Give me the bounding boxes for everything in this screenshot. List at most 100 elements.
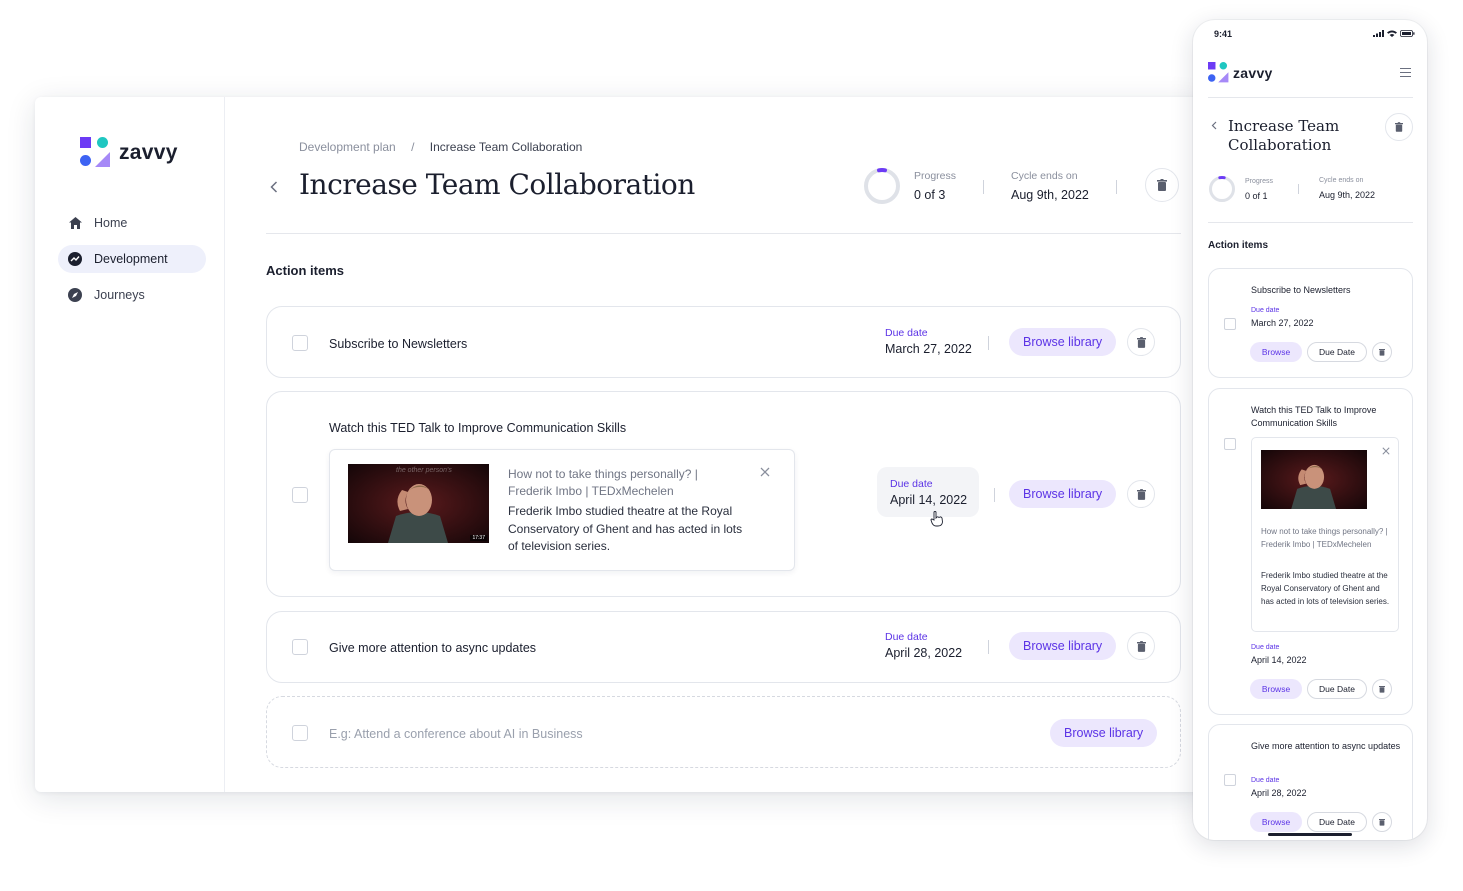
action-item-checkbox[interactable] xyxy=(292,725,308,741)
due-date-button[interactable]: Due Date xyxy=(1307,679,1367,699)
action-item-card: Watch this TED Talk to Improve Communica… xyxy=(1208,388,1413,715)
card-divider xyxy=(988,640,989,654)
breadcrumb-current: Increase Team Collaboration xyxy=(429,140,583,154)
status-bar xyxy=(1373,30,1415,37)
delete-action-item-button[interactable] xyxy=(1127,480,1155,508)
close-icon[interactable] xyxy=(1382,446,1390,458)
action-item-card: Subscribe to Newsletters Due date March … xyxy=(1208,268,1413,378)
video-duration: 17:37 xyxy=(470,535,487,541)
browse-library-button[interactable]: Browse library xyxy=(1009,632,1117,660)
trash-icon xyxy=(1136,488,1146,500)
sidebar-item-journeys[interactable]: Journeys xyxy=(58,281,206,309)
cycle-label: Cycle ends on xyxy=(1319,177,1364,184)
brand-name: zavvy xyxy=(1233,64,1273,81)
status-time: 9:41 xyxy=(1214,29,1233,39)
video-title[interactable]: How not to take things personally? | Fre… xyxy=(508,466,738,500)
action-item-checkbox[interactable] xyxy=(1224,438,1236,450)
close-icon[interactable] xyxy=(760,464,770,482)
zavvy-logo-mark xyxy=(80,137,110,168)
delete-action-item-button[interactable] xyxy=(1372,679,1392,699)
due-date-value[interactable]: April 28, 2022 xyxy=(885,646,962,660)
due-date-picker-hover[interactable]: Due date April 14, 2022 xyxy=(877,467,979,517)
delete-action-item-button[interactable] xyxy=(1372,342,1392,362)
wifi-icon xyxy=(1387,30,1397,37)
home-icon xyxy=(68,216,82,230)
due-date-button[interactable]: Due Date xyxy=(1307,812,1367,832)
trash-icon xyxy=(1395,122,1403,132)
stat-divider xyxy=(983,180,984,194)
mobile-device: 9:41 zavvy Increase Team Collaboration P… xyxy=(1193,20,1427,840)
thumbnail-caption: the other person's xyxy=(396,467,452,474)
due-date-value: April 28, 2022 xyxy=(1251,788,1307,798)
action-items-heading: Action items xyxy=(1208,240,1269,251)
action-item-checkbox[interactable] xyxy=(292,335,308,351)
zavvy-logo[interactable]: zavvy xyxy=(1208,62,1273,83)
video-title[interactable]: How not to take things personally? | Fre… xyxy=(1261,525,1391,551)
due-date-button[interactable]: Due Date xyxy=(1307,342,1367,362)
cycle-label: Cycle ends on xyxy=(1011,170,1078,182)
page-title: Increase Team Collaboration xyxy=(1228,117,1340,154)
video-thumbnail[interactable] xyxy=(1261,450,1367,509)
home-indicator xyxy=(1268,833,1352,836)
delete-plan-button[interactable] xyxy=(1385,113,1413,141)
breadcrumb-separator: / xyxy=(411,140,415,154)
video-thumbnail[interactable]: the other person's 17:37 xyxy=(348,464,489,543)
video-attachment[interactable]: the other person's 17:37 How not to take… xyxy=(329,449,795,571)
browse-library-button[interactable]: Browse library xyxy=(1050,719,1158,747)
header-divider xyxy=(1208,97,1413,98)
due-date-label: Due date xyxy=(1251,307,1280,314)
due-date-label: Due date xyxy=(885,631,928,643)
speaker-image xyxy=(1261,450,1367,509)
hamburger-menu-icon[interactable] xyxy=(1400,68,1411,80)
due-date-label: Due date xyxy=(890,478,933,490)
stat-divider xyxy=(1116,180,1117,194)
action-item-title: Give more attention to async updates xyxy=(1251,741,1401,751)
action-item-checkbox[interactable] xyxy=(1224,774,1236,786)
due-date-label: Due date xyxy=(1251,777,1280,784)
due-date-value: March 27, 2022 xyxy=(1251,318,1314,328)
zavvy-logo-mark xyxy=(1208,62,1229,83)
action-item-title: Watch this TED Talk to Improve Communica… xyxy=(329,421,627,435)
trash-icon xyxy=(1379,819,1385,826)
new-action-item-input[interactable]: E.g: Attend a conference about AI in Bus… xyxy=(329,727,583,741)
back-chevron-icon[interactable] xyxy=(270,177,278,198)
browse-library-button[interactable]: Browse library xyxy=(1009,480,1117,508)
delete-action-item-button[interactable] xyxy=(1372,812,1392,832)
action-item-title: Watch this TED Talk to Improve Communica… xyxy=(1251,405,1377,428)
zavvy-logo[interactable]: zavvy xyxy=(80,137,178,168)
browse-button[interactable]: Browse xyxy=(1250,342,1302,362)
cycle-value: Aug 9th, 2022 xyxy=(1011,188,1089,202)
due-date-label: Due date xyxy=(1251,644,1280,651)
stats-divider xyxy=(1208,222,1413,223)
browse-button[interactable]: Browse xyxy=(1250,679,1302,699)
action-item-card: Watch this TED Talk to Improve Communica… xyxy=(266,391,1181,597)
delete-plan-button[interactable] xyxy=(1145,168,1179,202)
action-items-heading: Action items xyxy=(266,263,345,278)
breadcrumb-parent-link[interactable]: Development plan xyxy=(299,140,396,154)
sidebar-item-development[interactable]: Development xyxy=(58,245,206,273)
action-item-title: Subscribe to Newsletters xyxy=(1251,285,1351,295)
video-attachment[interactable]: How not to take things personally? | Fre… xyxy=(1251,437,1399,632)
brand-name: zavvy xyxy=(119,140,178,164)
action-item-title: Subscribe to Newsletters xyxy=(329,337,468,351)
cycle-value: Aug 9th, 2022 xyxy=(1319,190,1376,200)
action-item-checkbox[interactable] xyxy=(292,639,308,655)
new-action-item-row: E.g: Attend a conference about AI in Bus… xyxy=(266,696,1181,768)
card-divider xyxy=(988,336,989,350)
back-chevron-icon[interactable] xyxy=(1211,119,1217,133)
due-date-value[interactable]: March 27, 2022 xyxy=(885,342,972,356)
browse-button[interactable]: Browse xyxy=(1250,812,1302,832)
action-item-checkbox[interactable] xyxy=(292,487,308,503)
action-item-checkbox[interactable] xyxy=(1224,318,1236,330)
signal-icon xyxy=(1373,30,1384,37)
video-description: Frederik Imbo studied theatre at the Roy… xyxy=(1261,571,1390,606)
delete-action-item-button[interactable] xyxy=(1127,328,1155,356)
delete-action-item-button[interactable] xyxy=(1127,632,1155,660)
sidebar: zavvy Home Development Journeys xyxy=(35,97,225,792)
hand-cursor-icon xyxy=(930,511,944,530)
sidebar-item-home[interactable]: Home xyxy=(58,209,206,237)
browse-library-button[interactable]: Browse library xyxy=(1009,328,1117,356)
due-date-label: Due date xyxy=(885,327,928,339)
due-date-value: April 14, 2022 xyxy=(890,493,968,507)
trash-icon xyxy=(1379,686,1385,693)
